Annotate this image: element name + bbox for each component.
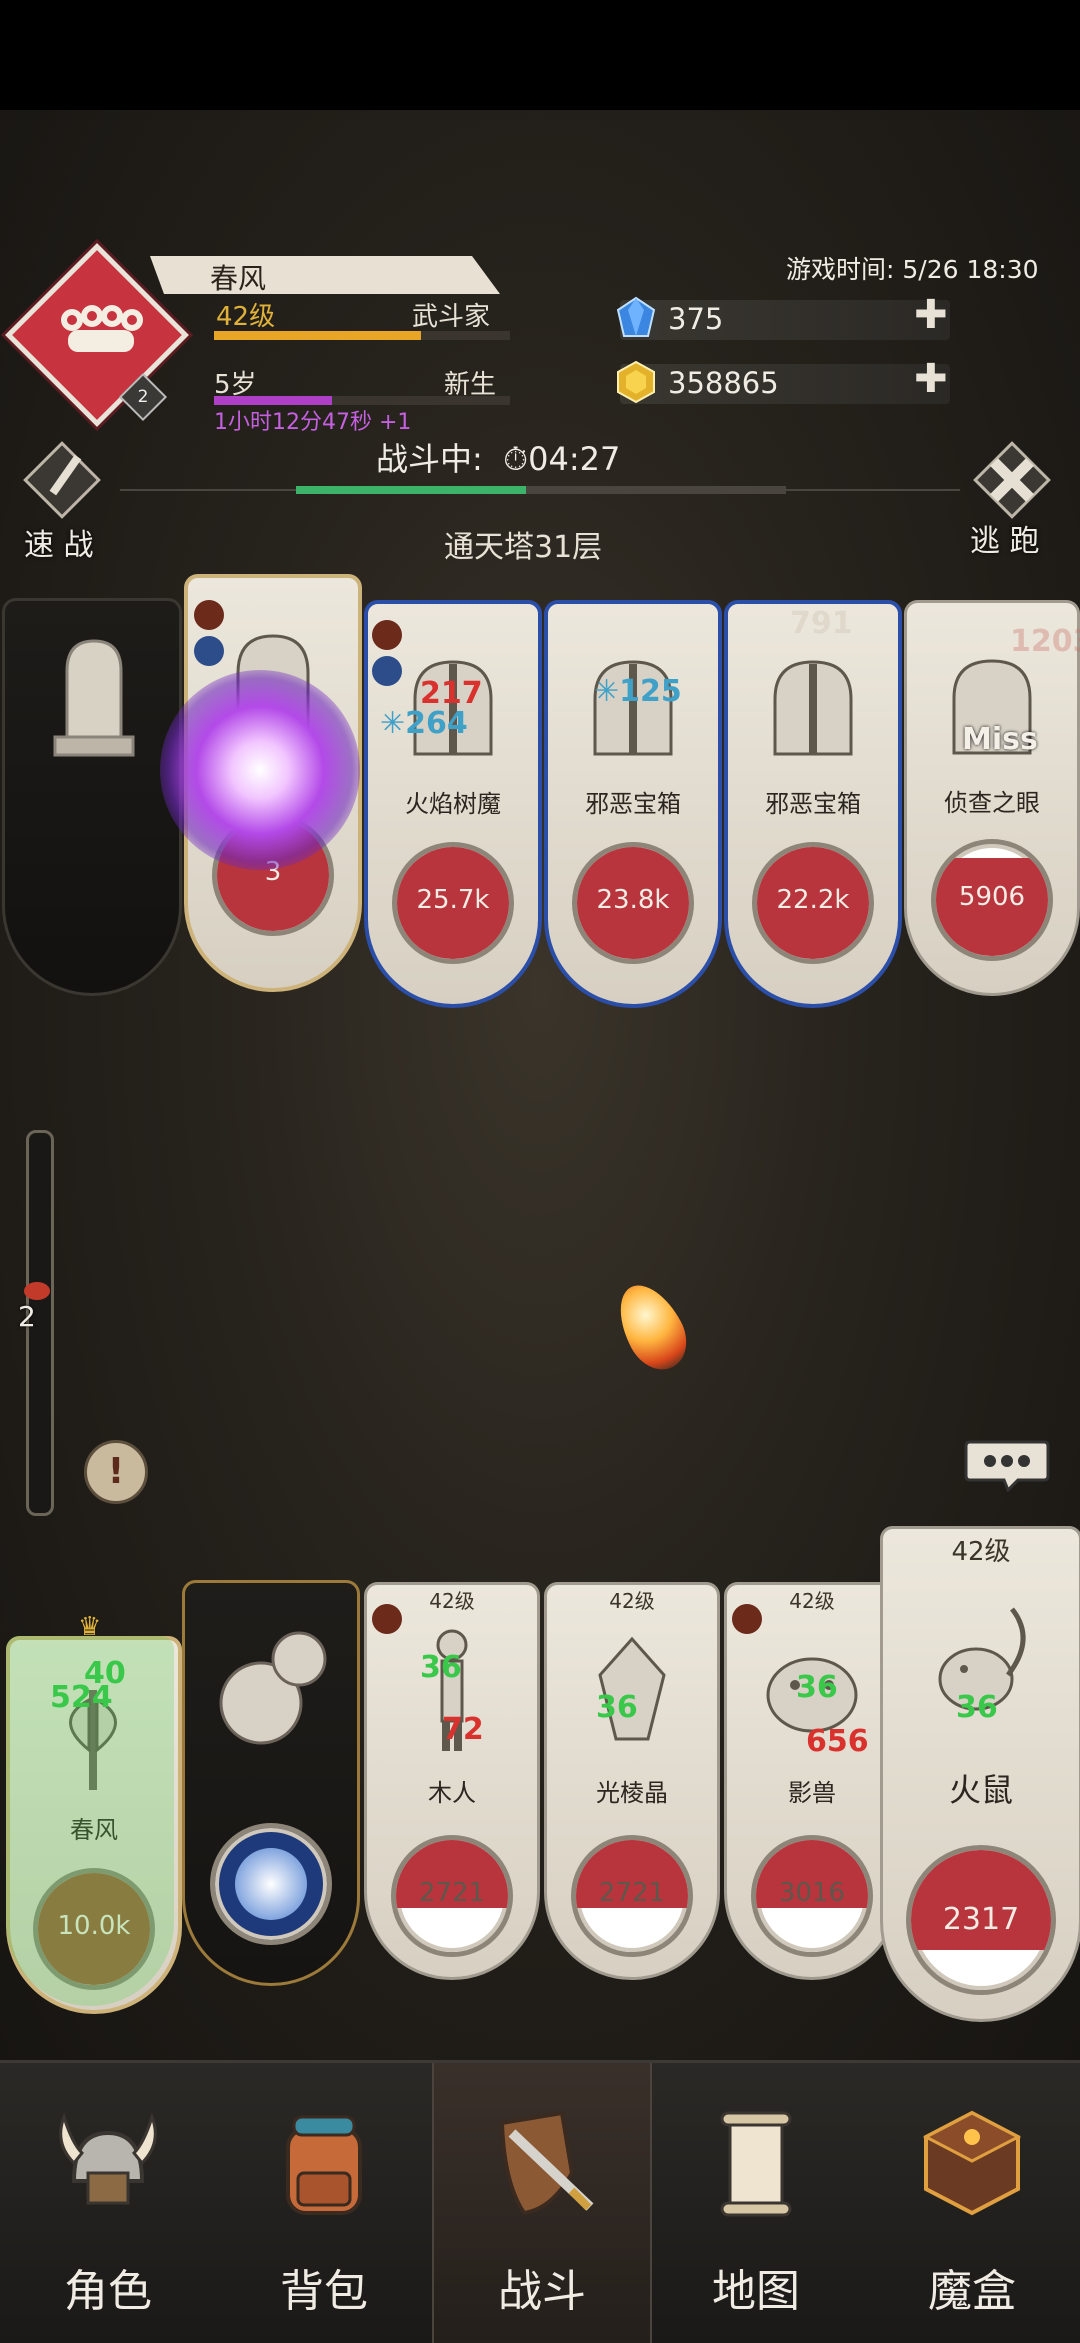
wave-counter: 2 (18, 1300, 36, 1333)
hp-gauge: 25.7k (392, 842, 514, 964)
knight-helmet-icon (593, 660, 673, 756)
burn-status-icon (372, 1604, 402, 1634)
damage-floater: ✳125 (594, 674, 682, 709)
stopwatch-icon: ⏱ (503, 440, 529, 478)
nav-map[interactable]: 地图 (648, 2063, 864, 2343)
progress-line-left (120, 489, 296, 491)
nav-battle[interactable]: 战斗 (432, 2063, 652, 2343)
heal-floater: 36 (420, 1650, 462, 1685)
skull-icon (24, 1282, 50, 1300)
knight-helmet-icon (773, 660, 853, 756)
hp-gauge: 2721 (571, 1835, 693, 1957)
fire-rat-card[interactable]: 42级 火鼠 2317 (880, 1526, 1080, 2022)
damage-floater: 1203 (1010, 624, 1080, 659)
nav-character[interactable]: 角色 (0, 2063, 216, 2343)
enemy-card[interactable]: 侦查之眼 5906 (904, 600, 1080, 996)
player-level: 42级 (216, 302, 276, 332)
crown-icon: ♛ (78, 1612, 102, 1642)
burn-status-icon (194, 600, 224, 630)
tower-floor: 通天塔31层 (444, 530, 603, 565)
battle-timer: 04:27 (528, 440, 621, 478)
hp-gauge: 5906 (931, 839, 1053, 961)
damage-floater: 656 (806, 1724, 869, 1759)
alert-icon[interactable]: ! (84, 1440, 148, 1504)
nav-bag[interactable]: 背包 (216, 2063, 432, 2343)
hp-gauge: 3016 (751, 1835, 873, 1957)
damage-floater: 72 (442, 1712, 484, 1747)
ally-card[interactable]: 42级 光棱晶 2721 (544, 1582, 720, 1980)
backpack-icon (286, 2115, 362, 2215)
battle-status: 战斗中: ⏱04:27 (376, 440, 621, 478)
burn-status-icon (732, 1604, 762, 1634)
battle-progress-fill (296, 486, 527, 494)
scroll-map-icon (720, 2111, 792, 2217)
heal-floater: 36 (956, 1690, 998, 1725)
ally-card[interactable]: 42级 影兽 3016 (724, 1582, 900, 1980)
heal-floater: 524 (50, 1680, 113, 1715)
bottom-nav: 角色 背包 战斗 地图 魔盒 (0, 2060, 1080, 2343)
heal-floater: 36 (796, 1670, 838, 1705)
hp-gauge: 23.8k (572, 842, 694, 964)
name-plate (150, 256, 500, 294)
hp-gauge: 2317 (906, 1845, 1056, 1995)
burn-status-icon (372, 620, 402, 650)
quick-battle-button[interactable]: 速 战 (24, 520, 94, 564)
add-diamond-button[interactable]: ✚ (914, 292, 948, 338)
diamond-icon (616, 296, 656, 337)
stone-orbs-icon (219, 1631, 327, 1745)
level-progress-bar (214, 331, 510, 340)
close-x-icon[interactable] (972, 440, 1052, 520)
gold-gem-icon (617, 360, 655, 404)
hp-gauge: 22.2k (752, 842, 874, 964)
brass-knuckles-icon (61, 305, 143, 352)
explosion-effect (160, 670, 360, 870)
vortex-skill-icon[interactable] (210, 1823, 332, 1945)
enemy-card[interactable]: 邪恶宝箱 22.2k (724, 600, 902, 1008)
damage-floater: ✳264 (380, 706, 468, 741)
enemy-card[interactable]: 邪恶宝箱 23.8k (544, 600, 722, 1008)
viking-helmet-icon (59, 2112, 157, 2205)
progress-line-right (786, 489, 960, 491)
age-timer: 1小时12分47秒 +1 (214, 410, 412, 435)
escape-button[interactable]: 逃 跑 (970, 516, 1040, 560)
add-gold-button[interactable]: ✚ (914, 356, 948, 402)
chat-bubble-icon[interactable] (964, 1438, 1050, 1492)
frost-status-icon (372, 656, 402, 686)
defeated-enemy-slot (2, 598, 182, 996)
player-class: 武斗家 (412, 302, 491, 332)
damage-floater: 791 (790, 606, 853, 641)
sword-icon[interactable] (22, 440, 102, 520)
shield-sword-icon (499, 2110, 594, 2216)
gold-count: 358865 (668, 366, 779, 400)
hp-gauge: 2721 (391, 1835, 513, 1957)
pet-orb-card[interactable] (182, 1580, 360, 1986)
ally-card[interactable]: 42级 木人 2721 (364, 1582, 540, 1980)
game-time: 游戏时间: 5/26 18:30 (786, 255, 1039, 284)
tombstone-icon (53, 639, 135, 757)
status-bar-area (0, 0, 1080, 110)
miss-floater: Miss (962, 722, 1038, 757)
magic-cube-icon (922, 2110, 1022, 2216)
heal-floater: 36 (596, 1690, 638, 1725)
frost-status-icon (194, 636, 224, 666)
diamond-count: 375 (668, 302, 724, 336)
nav-magic-box[interactable]: 魔盒 (864, 2063, 1080, 2343)
player-name: 春风 (210, 262, 267, 295)
